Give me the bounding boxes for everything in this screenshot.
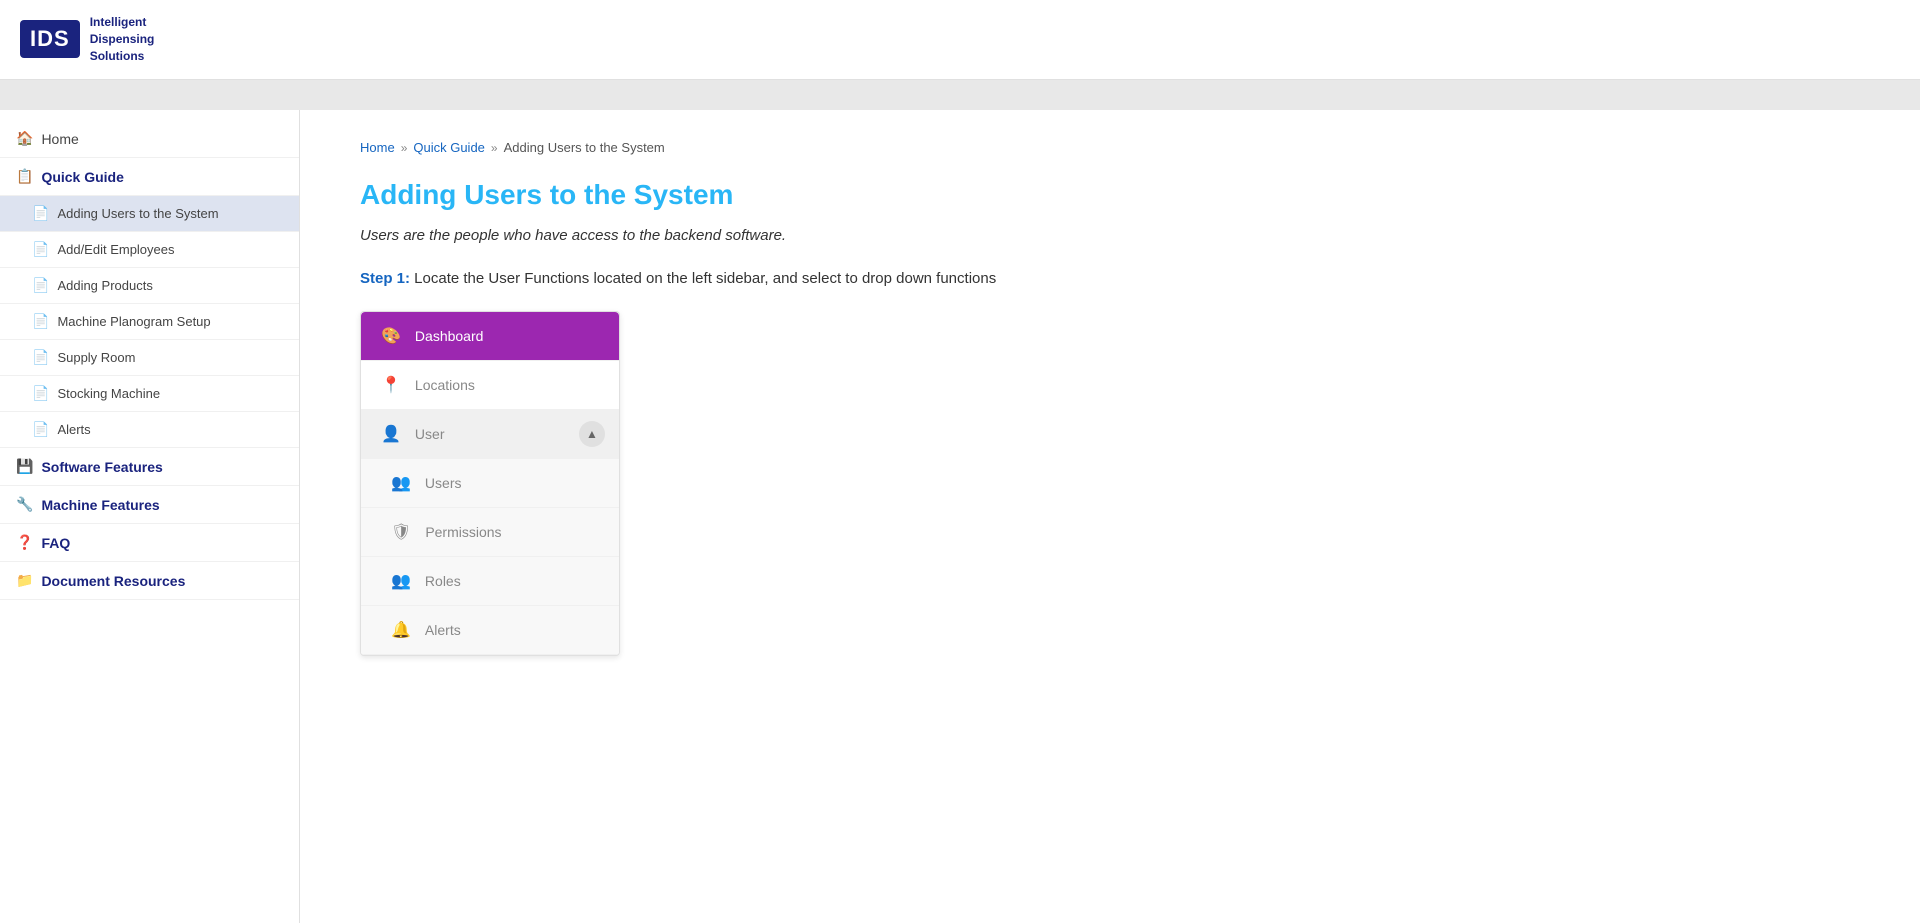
mock-permissions-label: Permissions bbox=[425, 524, 501, 540]
sidebar-subitem-alerts[interactable]: 📄 Alerts bbox=[0, 412, 299, 448]
sidebar-subitem-label: Add/Edit Employees bbox=[57, 242, 174, 257]
home-icon: 🏠 bbox=[16, 130, 33, 147]
page-icon-2: 📄 bbox=[32, 241, 49, 258]
sub-header bbox=[0, 80, 1920, 110]
machine-icon: 🔧 bbox=[16, 496, 33, 513]
intro-text: Users are the people who have access to … bbox=[360, 227, 1860, 244]
sidebar-subitem-stocking-machine[interactable]: 📄 Stocking Machine bbox=[0, 376, 299, 412]
sidebar-subitem-machine-planogram[interactable]: 📄 Machine Planogram Setup bbox=[0, 304, 299, 340]
sidebar-home-label: Home bbox=[41, 131, 78, 147]
mock-locations-label: Locations bbox=[415, 377, 475, 393]
page-title: Adding Users to the System bbox=[360, 179, 1860, 211]
breadcrumb-current: Adding Users to the System bbox=[504, 140, 665, 155]
mock-user-item: 👤 User ▲ bbox=[361, 410, 619, 459]
roles-icon: 👥 bbox=[391, 571, 411, 591]
logo-subtitle: IntelligentDispensingSolutions bbox=[90, 14, 155, 64]
sidebar-machine-label: Machine Features bbox=[41, 497, 159, 513]
sidebar-subitem-label: Alerts bbox=[57, 422, 90, 437]
breadcrumb-sep-2: » bbox=[491, 141, 498, 155]
software-icon: 💾 bbox=[16, 458, 33, 475]
sidebar-subitem-label: Supply Room bbox=[57, 350, 135, 365]
header: IDS IntelligentDispensingSolutions bbox=[0, 0, 1920, 80]
sidebar-subitem-label: Machine Planogram Setup bbox=[57, 314, 210, 329]
sidebar-subitem-adding-products[interactable]: 📄 Adding Products bbox=[0, 268, 299, 304]
sidebar-item-home[interactable]: 🏠 Home bbox=[0, 120, 299, 158]
sidebar-subitem-supply-room[interactable]: 📄 Supply Room bbox=[0, 340, 299, 376]
logo-text: IDS bbox=[30, 26, 70, 51]
chevron-up-icon: ▲ bbox=[579, 421, 605, 447]
sidebar-item-quick-guide[interactable]: 📋 Quick Guide bbox=[0, 158, 299, 196]
mock-permissions-item: 🛡 Permissions bbox=[361, 508, 619, 557]
page-icon-7: 📄 bbox=[32, 421, 49, 438]
sidebar-item-document-resources[interactable]: 📁 Document Resources bbox=[0, 562, 299, 600]
breadcrumb: Home » Quick Guide » Adding Users to the… bbox=[360, 140, 1860, 155]
mock-users-label: Users bbox=[425, 475, 462, 491]
sidebar-item-software-features[interactable]: 💾 Software Features bbox=[0, 448, 299, 486]
sidebar-subitem-add-edit-employees[interactable]: 📄 Add/Edit Employees bbox=[0, 232, 299, 268]
sidebar-item-faq[interactable]: ❓ FAQ bbox=[0, 524, 299, 562]
mock-roles-item: 👥 Roles bbox=[361, 557, 619, 606]
sidebar-subitem-label: Adding Products bbox=[57, 278, 152, 293]
step1-text: Locate the User Functions located on the… bbox=[410, 270, 996, 287]
step1: Step 1: Locate the User Functions locate… bbox=[360, 268, 1860, 291]
main-content: Home » Quick Guide » Adding Users to the… bbox=[300, 110, 1920, 923]
location-icon: 📍 bbox=[381, 375, 401, 395]
bell-icon: 🔔 bbox=[391, 620, 411, 640]
mock-roles-label: Roles bbox=[425, 573, 461, 589]
sidebar-faq-label: FAQ bbox=[41, 535, 70, 551]
document-icon: 📁 bbox=[16, 572, 33, 589]
mock-alerts-label: Alerts bbox=[425, 622, 461, 638]
breadcrumb-quick-guide[interactable]: Quick Guide bbox=[413, 140, 485, 155]
user-icon: 👤 bbox=[381, 424, 401, 444]
mock-ui-panel: 🎨 Dashboard 📍 Locations 👤 User ▲ 👥 Users… bbox=[360, 311, 620, 656]
mock-users-item: 👥 Users bbox=[361, 459, 619, 508]
mock-alerts-item: 🔔 Alerts bbox=[361, 606, 619, 655]
sidebar-subitem-label: Stocking Machine bbox=[57, 386, 160, 401]
faq-icon: ❓ bbox=[16, 534, 33, 551]
sidebar-quick-guide-label: Quick Guide bbox=[41, 169, 123, 185]
page-icon-1: 📄 bbox=[32, 205, 49, 222]
book-icon: 📋 bbox=[16, 168, 33, 185]
shield-icon: 🛡 bbox=[391, 522, 411, 542]
sidebar-document-label: Document Resources bbox=[41, 573, 185, 589]
dashboard-icon: 🎨 bbox=[381, 326, 401, 346]
page-icon-5: 📄 bbox=[32, 349, 49, 366]
sidebar-subitem-label: Adding Users to the System bbox=[57, 206, 218, 221]
logo-box: IDS bbox=[20, 20, 80, 58]
layout: 🏠 Home 📋 Quick Guide 📄 Adding Users to t… bbox=[0, 110, 1920, 923]
sidebar-software-label: Software Features bbox=[41, 459, 162, 475]
logo: IDS IntelligentDispensingSolutions bbox=[20, 14, 154, 64]
mock-locations-item: 📍 Locations bbox=[361, 361, 619, 410]
page-icon-6: 📄 bbox=[32, 385, 49, 402]
mock-dashboard-label: Dashboard bbox=[415, 328, 484, 344]
breadcrumb-home[interactable]: Home bbox=[360, 140, 395, 155]
page-icon-3: 📄 bbox=[32, 277, 49, 294]
mock-user-label: User bbox=[415, 426, 445, 442]
step1-label: Step 1: bbox=[360, 270, 410, 287]
page-icon-4: 📄 bbox=[32, 313, 49, 330]
users-icon: 👥 bbox=[391, 473, 411, 493]
sidebar-item-machine-features[interactable]: 🔧 Machine Features bbox=[0, 486, 299, 524]
mock-dashboard-item: 🎨 Dashboard bbox=[361, 312, 619, 361]
sidebar: 🏠 Home 📋 Quick Guide 📄 Adding Users to t… bbox=[0, 110, 300, 923]
sidebar-subitem-adding-users[interactable]: 📄 Adding Users to the System bbox=[0, 196, 299, 232]
breadcrumb-sep-1: » bbox=[401, 141, 408, 155]
